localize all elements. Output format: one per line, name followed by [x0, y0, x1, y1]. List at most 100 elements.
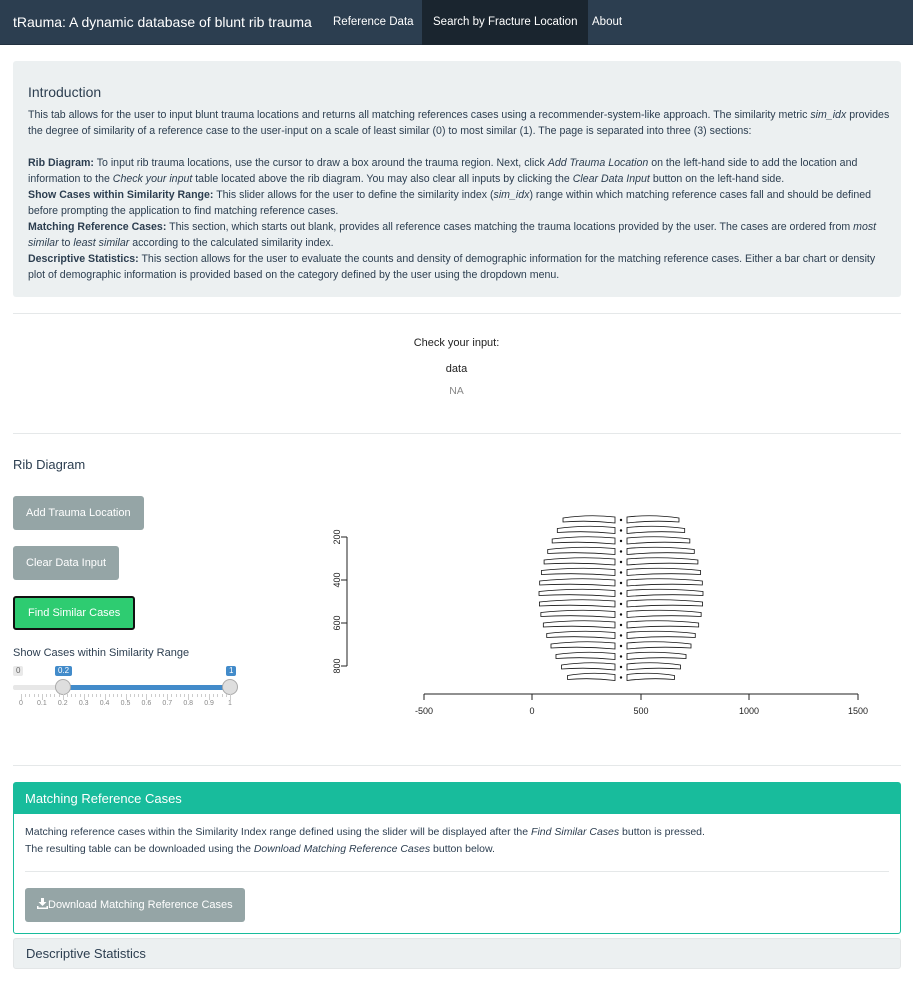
vertebra-mark	[619, 665, 623, 669]
slider-to-handle[interactable]	[222, 679, 238, 695]
check-input-column-header: data	[445, 363, 468, 375]
clear-data-input-button[interactable]: Clear Data Input	[13, 546, 120, 580]
slider-grid-minor-tick	[196, 694, 198, 697]
vertebra-mark	[619, 571, 623, 574]
x-tick-label: -500	[415, 706, 433, 716]
matching-description-line2: The resulting table can be downloaded us…	[25, 843, 495, 855]
slider-grid-minor-tick	[121, 694, 123, 697]
slider-grid-minor-tick	[133, 694, 135, 697]
slider-grid-minor-tick	[192, 694, 194, 697]
slider-grid-minor-tick	[204, 694, 206, 697]
slider-grid-label: 0.6	[141, 700, 152, 707]
rib-outline	[540, 609, 616, 618]
slider-grid-minor-tick	[100, 694, 102, 697]
rib-outline	[626, 651, 687, 660]
rib-outline	[567, 672, 616, 681]
rib-outline	[626, 609, 702, 618]
slider-grid-minor-tick	[213, 694, 215, 697]
slider-grid-minor-tick	[58, 694, 60, 697]
vertebra-mark	[619, 529, 623, 532]
y-tick-label: 600	[332, 615, 342, 630]
slider-grid-minor-tick	[33, 694, 35, 697]
y-tick-label: 400	[332, 572, 342, 587]
vertebra-mark	[619, 539, 623, 543]
slider-grid-label: 0.5	[120, 700, 131, 707]
rib-outline	[539, 578, 616, 587]
slider-grid-minor-tick	[37, 694, 39, 697]
slider-grid-minor-tick	[225, 694, 227, 697]
rib-outline	[626, 599, 703, 608]
rib-outline	[626, 672, 675, 681]
rib-diagram-plot[interactable]: 200 400 600 800 -500 0 500 1000 1500	[330, 500, 890, 725]
vertebra-mark	[619, 518, 623, 522]
slider-grid-minor-tick	[50, 694, 52, 697]
slider-grid-minor-tick	[175, 694, 177, 697]
slider-grid-label: 0.8	[183, 700, 194, 707]
slider-grid-minor-tick	[184, 694, 186, 697]
slider-grid-minor-tick	[217, 694, 219, 697]
matching-description-line1: Matching reference cases within the Simi…	[25, 826, 705, 838]
slider-grid-label: 0.7	[162, 700, 173, 707]
rib-outline	[551, 536, 616, 545]
rib-outline	[626, 536, 691, 545]
slider-grid-label: 1	[228, 700, 232, 707]
slider-grid-minor-tick	[138, 694, 140, 697]
rib-outline	[547, 546, 616, 555]
slider-grid-minor-tick	[71, 694, 73, 697]
rib-outline	[626, 662, 681, 671]
tab-search-by-fracture-location[interactable]: Search by Fracture Location	[422, 0, 589, 45]
slider-grid-minor-tick	[117, 694, 119, 697]
vertebra-mark	[619, 676, 623, 679]
slider-grid-minor-tick	[79, 694, 81, 697]
slider-grid-minor-tick	[29, 694, 31, 697]
tab-reference-data[interactable]: Reference Data	[322, 0, 425, 45]
slider-grid-label: 0.9	[204, 700, 214, 707]
slider-to-label: 1	[226, 666, 237, 676]
y-axis: 200 400 600 800	[332, 529, 348, 674]
slider-grid-minor-tick	[150, 694, 152, 697]
slider-from-handle[interactable]	[55, 679, 71, 695]
rib-outline	[626, 630, 696, 639]
slider-grid-label: 0.1	[37, 700, 47, 707]
slider-grid-label: 0.2	[57, 700, 68, 707]
similarity-slider-range-bar[interactable]	[63, 685, 230, 690]
x-tick-label: 500	[633, 706, 648, 716]
descriptive-statistics-panel[interactable]: Descriptive Statistics	[13, 938, 901, 969]
tab-about[interactable]: About	[581, 0, 633, 45]
rib-outlines	[538, 515, 704, 681]
x-tick-label: 1500	[848, 706, 868, 716]
vertebra-mark	[619, 613, 623, 616]
rib-outline	[626, 515, 680, 524]
rib-outline	[540, 567, 616, 576]
slider-grid-minor-tick	[46, 694, 48, 697]
slider-grid-label: 0.3	[78, 700, 89, 707]
rib-outline	[543, 557, 616, 566]
matching-panel-title: Matching Reference Cases	[14, 783, 900, 814]
find-similar-cases-button[interactable]: Find Similar Cases	[13, 596, 136, 630]
slider-grid-minor-tick	[158, 694, 160, 697]
vertebra-mark	[619, 550, 623, 553]
divider	[13, 433, 901, 434]
divider	[13, 313, 901, 314]
slider-grid-minor-tick	[25, 694, 27, 697]
slider-grid-minor-tick	[112, 694, 114, 697]
download-icon	[37, 898, 48, 909]
rib-outline	[626, 567, 702, 576]
vertebra-mark	[619, 655, 623, 658]
slider-grid-minor-tick	[179, 694, 181, 697]
x-tick-label: 1000	[739, 706, 759, 716]
download-matching-cases-button[interactable]: Download Matching Reference Cases	[25, 888, 245, 922]
intro-sections: Rib Diagram: To input rib trauma locatio…	[28, 157, 877, 281]
rib-outline	[555, 651, 616, 660]
similarity-range-label: Show Cases within Similarity Range	[13, 647, 190, 659]
slider-grid-minor-tick	[154, 694, 156, 697]
rib-outline	[562, 515, 616, 524]
rib-diagram-title: Rib Diagram	[13, 457, 86, 472]
rib-outline	[550, 641, 616, 650]
slider-min-label: 0	[13, 666, 24, 676]
slider-grid-minor-tick	[96, 694, 98, 697]
app-brand[interactable]: tRauma: A dynamic database of blunt rib …	[13, 14, 312, 30]
slider-from-label: 0.2	[55, 666, 73, 676]
add-trauma-location-button[interactable]: Add Trauma Location	[13, 496, 144, 530]
vertebra-mark	[619, 602, 623, 606]
